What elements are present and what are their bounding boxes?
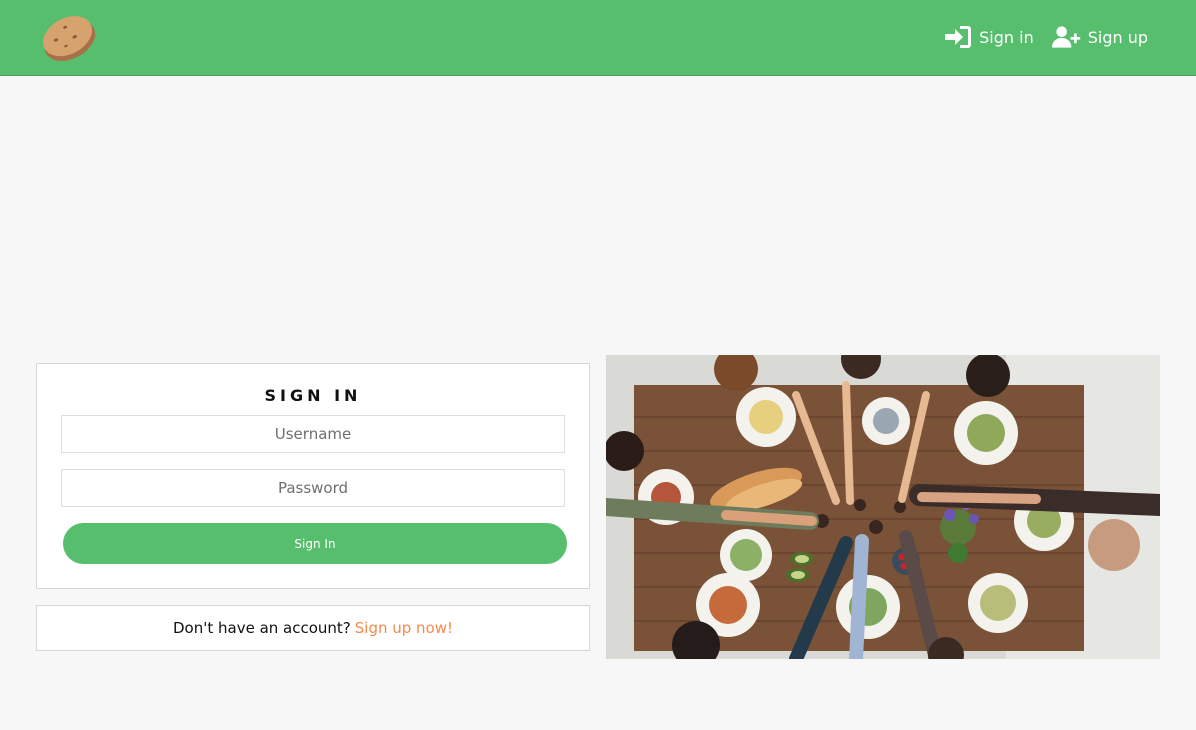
- password-input[interactable]: [61, 469, 565, 507]
- hero-dining-photo: [606, 355, 1160, 659]
- signin-title: SIGN IN: [264, 386, 362, 405]
- top-navbar: Sign in Sign up: [0, 0, 1196, 76]
- signin-button[interactable]: Sign In: [63, 523, 567, 564]
- signup-prompt-text: Don't have an account?: [172, 619, 351, 637]
- dining-table-illustration: [606, 355, 1160, 659]
- signup-prompt-card: Don't have an account? Sign up now!: [36, 605, 590, 651]
- nav-links: Sign in Sign up: [943, 20, 1148, 54]
- sign-in-icon: [945, 26, 972, 48]
- nav-signin-label: Sign in: [979, 27, 1034, 47]
- user-plus-icon: [1051, 26, 1080, 48]
- nav-signin-link[interactable]: Sign in: [943, 24, 1034, 50]
- signin-card: SIGN IN Sign In: [36, 363, 590, 589]
- potato-logo-icon[interactable]: [40, 10, 96, 64]
- nav-signup-link[interactable]: Sign up: [1051, 24, 1148, 50]
- username-input[interactable]: [61, 415, 565, 453]
- nav-signup-label: Sign up: [1087, 27, 1148, 47]
- signup-now-link[interactable]: Sign up now!: [355, 619, 453, 637]
